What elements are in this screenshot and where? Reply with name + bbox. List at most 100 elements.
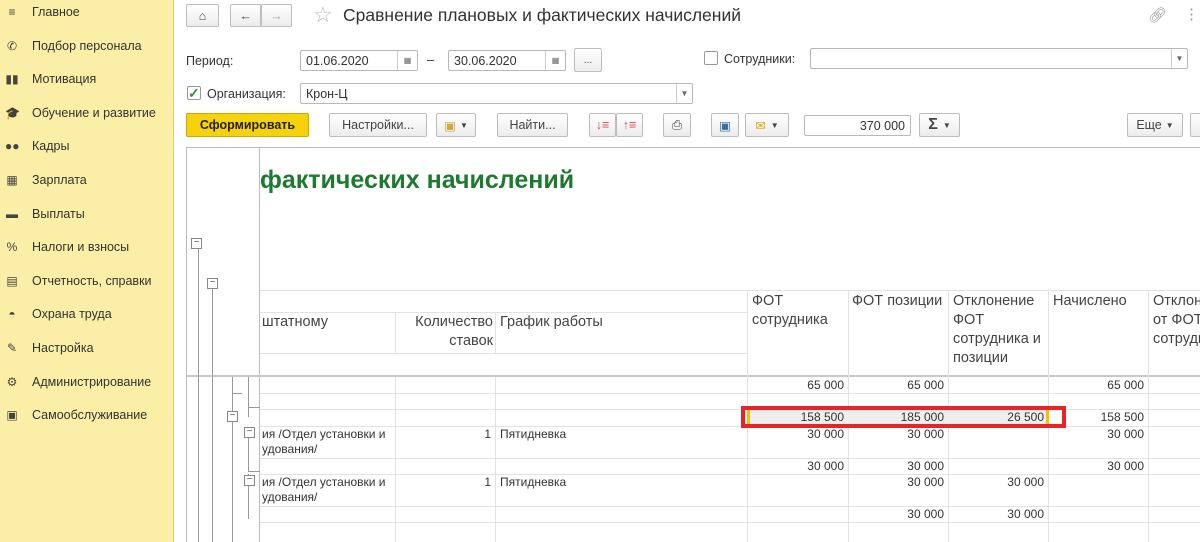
column-header-name: штатному	[262, 314, 328, 330]
organization-checkbox[interactable]: ✓	[187, 86, 201, 100]
sort-desc-button[interactable]: ↓≡	[589, 113, 616, 137]
sidebar-item-label: Главное	[32, 5, 80, 19]
sidebar-item-2[interactable]: ▮▮ Мотивация	[0, 67, 174, 91]
cell-fot_emp: 30 000	[807, 459, 844, 473]
wallet-icon: ▬	[6, 206, 18, 221]
floppy-icon: ▣	[719, 118, 731, 133]
sidebar-item-9[interactable]: ◓ Охрана труда	[0, 302, 174, 326]
variants-button[interactable]: ▣ ▼	[436, 113, 476, 137]
sigma-icon: Σ	[928, 116, 938, 133]
report-title: фактических начислений	[260, 166, 575, 194]
more-button[interactable]: Еще ▼	[1127, 113, 1183, 137]
table-row[interactable]: 65 000 65 000 65 000	[0, 377, 1200, 393]
more-label: Еще	[1136, 118, 1162, 132]
gift-icon: ▮▮	[5, 72, 19, 87]
date-from-field[interactable]: 01.06.2020 ▦	[300, 50, 418, 71]
envelope-icon: ✉	[755, 118, 766, 133]
link-icon[interactable]: 🔗︎	[1148, 6, 1167, 24]
help-button[interactable]	[1190, 113, 1200, 137]
calendar-icon[interactable]: ▦	[397, 51, 417, 70]
sidebar-item-label: Кадры	[32, 139, 70, 154]
sidebar-item-label: Выплаты	[32, 206, 85, 221]
employees-field[interactable]: ▼	[810, 48, 1188, 69]
home-button[interactable]: ⌂	[186, 4, 219, 27]
collapse-toggle-icon[interactable]: −	[244, 475, 255, 486]
sidebar-item-6[interactable]: ▬ Выплаты	[0, 202, 174, 226]
employees-checkbox[interactable]	[704, 51, 718, 65]
wrench-icon: ✎	[6, 341, 18, 355]
cell-fot_pos: 30 000	[907, 475, 944, 489]
sort-asc-button[interactable]: ↑≡	[616, 113, 643, 137]
table-row[interactable]: ия /Отдел установки и удования/1 Пятиднев…	[0, 426, 1200, 458]
sidebar-item-3[interactable]: 🎓 Обучение и развитие	[0, 101, 174, 125]
sort-asc-icon: ↑≡	[622, 118, 637, 132]
email-button[interactable]: ✉ ▼	[745, 113, 789, 137]
sum-mode-button[interactable]: Σ ▼	[919, 113, 960, 137]
period-select-button[interactable]: ...	[574, 48, 602, 72]
phone-icon: ✆	[6, 38, 18, 53]
cell-qty: 1	[484, 475, 491, 489]
find-button[interactable]: Найти...	[497, 113, 568, 137]
more-vertical-icon[interactable]: ⋮	[1184, 5, 1199, 23]
cell-acc: 30 000	[1107, 427, 1144, 441]
column-header-accrued: Начислено	[1053, 293, 1127, 309]
sidebar-item-5[interactable]: ▦ Зарплата	[0, 168, 174, 192]
cell-acc: 30 000	[1107, 459, 1144, 473]
sidebar-item-label: Зарплата	[32, 173, 87, 187]
collapse-toggle-icon[interactable]: −	[227, 411, 238, 422]
settings-button[interactable]: Настройки...	[329, 113, 427, 137]
forward-button[interactable]: →	[261, 4, 292, 27]
back-button[interactable]: ←	[230, 4, 261, 27]
sidebar-item-8[interactable]: ▤ Отчетность, справки	[0, 269, 174, 293]
calendar-icon[interactable]: ▦	[545, 51, 565, 70]
favorite-star-icon[interactable]: ☆	[313, 2, 333, 28]
chevron-down-icon[interactable]: ▼	[1171, 49, 1187, 68]
save-button[interactable]: ▣	[711, 113, 739, 137]
print-button[interactable]: ⎙	[663, 113, 691, 137]
cell-fot_emp: 65 000	[807, 378, 844, 392]
sidebar-item-label: Настройка	[32, 341, 94, 355]
printer-icon: ⎙	[671, 117, 682, 132]
table-row[interactable]: ия /Отдел установки и удования/1 Пятиднев…	[0, 474, 1200, 506]
column-header-qty: Количество ставок	[415, 314, 493, 349]
sidebar-item-label: Мотивация	[32, 72, 97, 87]
folder-icon: ▣	[444, 118, 456, 133]
column-header-deviation: Отклонение ФОТ сотрудника и позиции	[953, 293, 1041, 366]
sidebar-item-0[interactable]: ≡ Главное	[0, 0, 174, 24]
report-icon: ▤	[6, 273, 18, 288]
helmet-icon: ◓	[8, 307, 16, 322]
organization-field[interactable]: Крон-Ц ▼	[300, 83, 693, 104]
sidebar-item-1[interactable]: ✆ Подбор персонала	[0, 34, 174, 58]
highlight-box	[741, 406, 1066, 428]
arrow-right-icon: →	[270, 8, 283, 23]
cell-acc: 65 000	[1107, 378, 1144, 392]
sidebar-item-4[interactable]: ●● Кадры	[0, 134, 174, 158]
cell-fot_pos: 30 000	[907, 507, 944, 521]
collapse-toggle-icon[interactable]: −	[207, 278, 218, 289]
sidebar-item-10[interactable]: ✎ Настройка	[0, 336, 174, 360]
sidebar-item-7[interactable]: % Налоги и взносы	[0, 235, 174, 259]
percent-icon: %	[6, 240, 18, 255]
cell-dev: 30 000	[1007, 507, 1044, 521]
column-header-deviation2: Отклонение от ФОТ сотрудника	[1153, 293, 1200, 347]
home-icon: ⌂	[198, 8, 207, 23]
calculator-icon: ▦	[6, 173, 18, 187]
collapse-toggle-icon[interactable]: −	[244, 427, 255, 438]
table-row[interactable]: 30 000 30 000 30 000	[0, 458, 1200, 474]
column-header-schedule: График работы	[500, 314, 603, 330]
sum-value: 370 000	[859, 118, 905, 133]
date-to-value: 30.06.2020	[454, 53, 517, 68]
collapse-toggle-icon[interactable]: −	[191, 238, 202, 249]
sum-field[interactable]: 370 000	[804, 115, 911, 136]
chevron-down-icon[interactable]: ▼	[676, 84, 692, 103]
cell-fot_pos: 65 000	[907, 378, 944, 392]
sort-desc-icon: ↓≡	[595, 118, 610, 132]
cell-qty: 1	[484, 427, 491, 441]
organization-value: Крон-Ц	[306, 86, 348, 101]
table-row[interactable]: 30 000 30 000	[0, 506, 1200, 522]
date-to-field[interactable]: 30.06.2020 ▦	[448, 50, 566, 71]
cell-dev: 30 000	[1007, 475, 1044, 489]
cell-fot_pos: 30 000	[907, 427, 944, 441]
generate-button[interactable]: Сформировать	[186, 113, 309, 137]
arrow-left-icon: ←	[239, 8, 252, 23]
